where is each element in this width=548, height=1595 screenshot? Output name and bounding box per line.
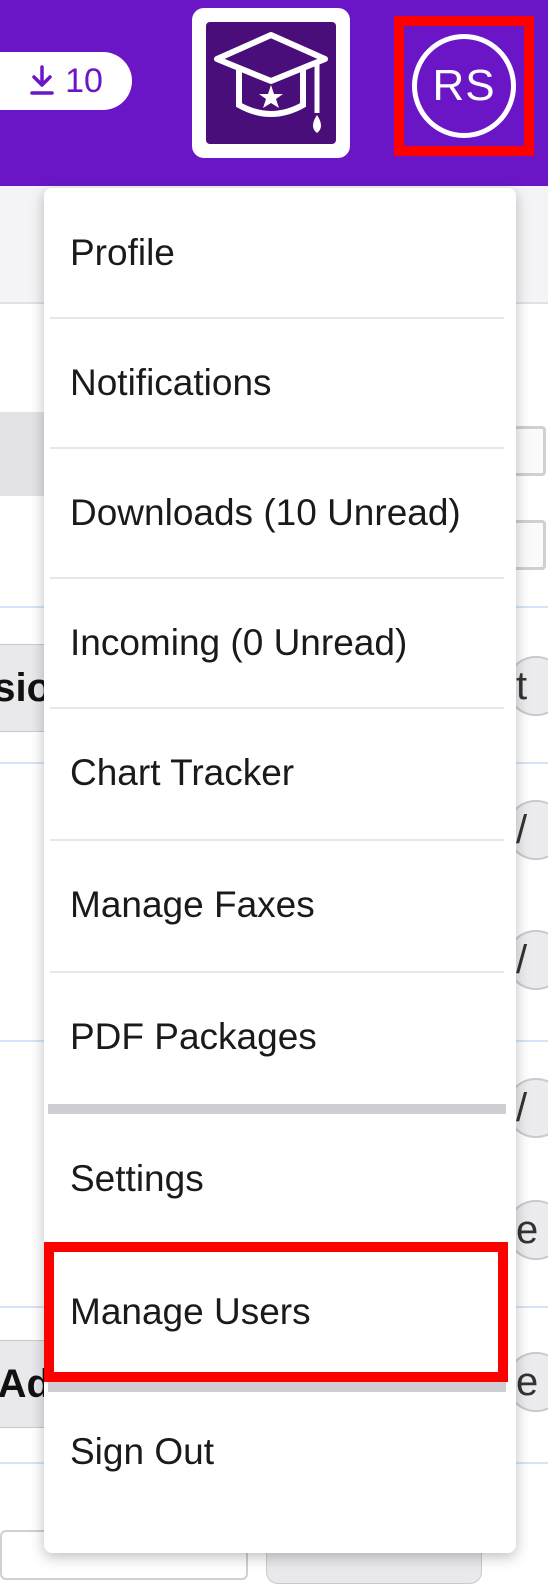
avatar: RS: [412, 34, 516, 138]
menu-item-downloads[interactable]: Downloads (10 Unread): [44, 448, 508, 578]
menu-item-manage-faxes[interactable]: Manage Faxes: [44, 840, 508, 970]
menu-item-sign-out[interactable]: Sign Out: [44, 1392, 508, 1512]
top-bar: 10 RS: [0, 0, 548, 186]
avatar-initials: RS: [432, 61, 496, 110]
menu-item-incoming[interactable]: Incoming (0 Unread): [44, 578, 508, 708]
menu-item-manage-users[interactable]: Manage Users: [44, 1242, 508, 1382]
menu-item-pdf-packages[interactable]: PDF Packages: [44, 972, 508, 1102]
user-avatar-button[interactable]: RS: [394, 16, 534, 156]
menu-section-divider: [48, 1382, 506, 1392]
menu-section-divider: [48, 1104, 506, 1114]
downloads-badge[interactable]: 10: [0, 52, 132, 110]
bg-input-edge: [0, 412, 50, 496]
graduation-cap-icon: [214, 32, 328, 133]
menu-item-notifications[interactable]: Notifications: [44, 318, 508, 448]
downloads-count: 10: [65, 61, 103, 100]
menu-item-settings[interactable]: Settings: [44, 1114, 508, 1244]
academy-button[interactable]: [192, 8, 350, 158]
menu-item-chart-tracker[interactable]: Chart Tracker: [44, 708, 508, 838]
download-icon: [30, 65, 54, 95]
user-dropdown-menu: Profile Notifications Downloads (10 Unre…: [44, 188, 516, 1553]
menu-item-profile[interactable]: Profile: [44, 188, 508, 318]
